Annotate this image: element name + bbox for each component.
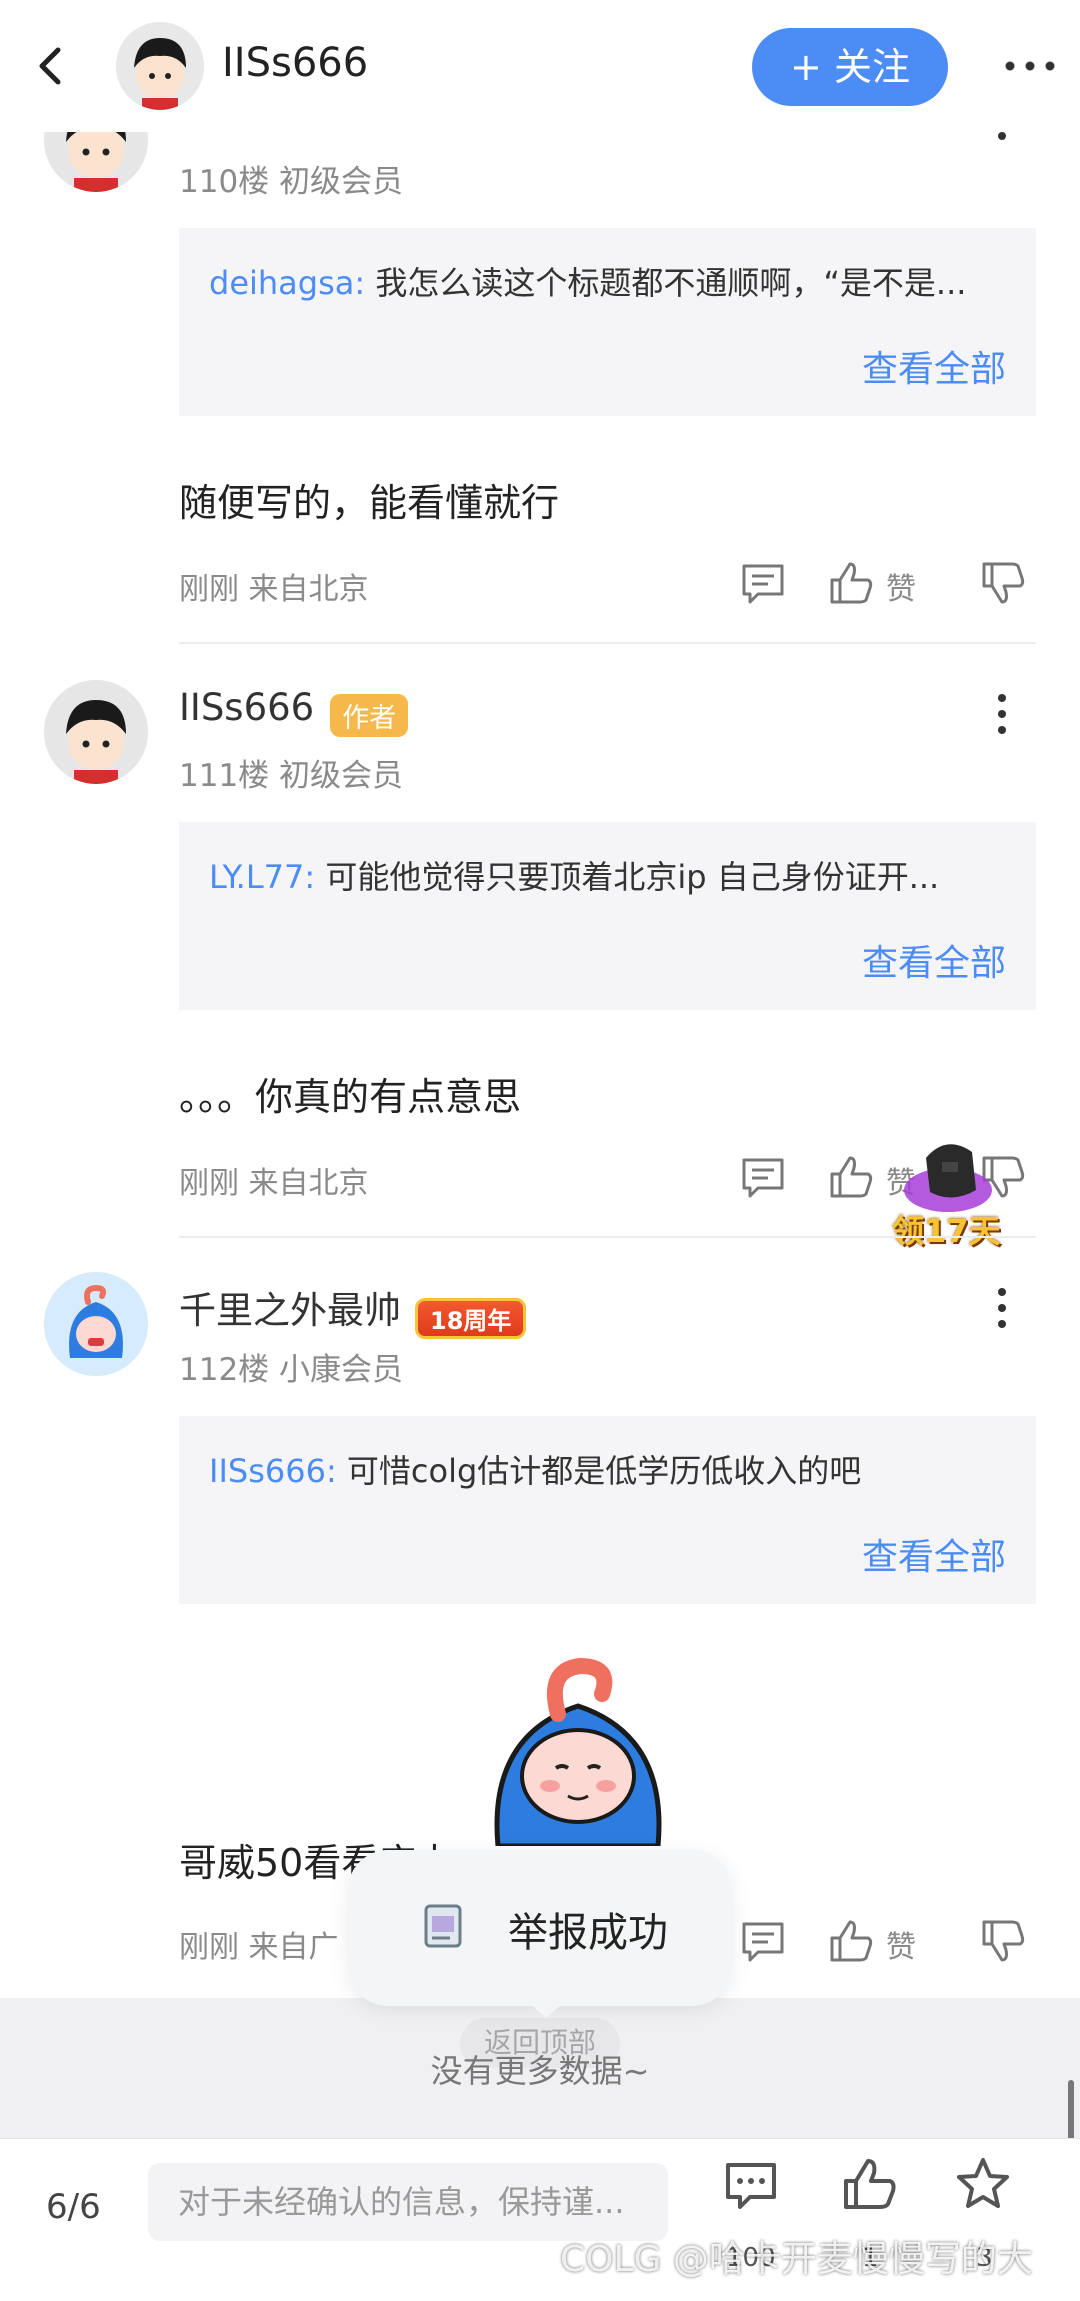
user-avatar[interactable]	[44, 1272, 148, 1376]
thumbs-up-icon[interactable]	[826, 1916, 876, 1966]
quote-text: 可惜colg估计都是低学历低收入的吧	[346, 1452, 862, 1490]
no-more-footer: 返回顶部 没有更多数据~	[0, 1998, 1080, 2138]
watermark: COLG @哈卡开麦慢慢写的大	[560, 2239, 1033, 2280]
divider	[179, 1236, 1036, 1238]
scrollbar[interactable]	[1068, 2080, 1074, 2140]
thumbs-up-icon[interactable]	[826, 558, 876, 608]
quoted-reply[interactable]: LY.L77: 可能他觉得只要顶着北京ip 自己身份证开... 查看全部	[179, 822, 1036, 1010]
quote-username[interactable]: LY.L77:	[209, 858, 315, 896]
post-meta: 刚刚 来自广	[179, 1930, 339, 1965]
page-indicator[interactable]: 6/6	[46, 2187, 101, 2227]
thumbs-up-icon[interactable]	[840, 2155, 898, 2213]
post-content: 。。。你真的有点意思	[179, 1075, 522, 1119]
star-icon[interactable]	[954, 2155, 1012, 2213]
page-title: IISs666	[222, 40, 369, 86]
floor-meta: 110楼 初级会员	[179, 164, 404, 200]
kebab-icon[interactable]	[982, 686, 1022, 746]
username-row: 千里之外最帅 18周年	[179, 1280, 527, 1339]
like-label[interactable]: 赞	[886, 1922, 916, 1966]
report-success-toast: 举报成功	[348, 1850, 732, 2006]
quoted-reply[interactable]: deihagsa: 我怎么读这个标题都不通顺啊，“是不是... 查看全部	[179, 228, 1036, 416]
post-meta: 刚刚 来自北京	[179, 1166, 369, 1201]
quote-text: 我怎么读这个标题都不通顺啊，“是不是...	[375, 264, 967, 302]
like-label[interactable]: 赞	[886, 564, 916, 608]
quote-username[interactable]: deihagsa:	[209, 264, 365, 302]
view-all-link[interactable]: 查看全部	[862, 934, 1006, 986]
promo-widget[interactable]: 领17天	[886, 1128, 1016, 1258]
sticker-image	[488, 1656, 668, 1849]
user-avatar[interactable]	[44, 680, 148, 784]
follow-button[interactable]: + 关注	[752, 28, 948, 106]
thumbs-down-icon[interactable]	[978, 558, 1028, 608]
reply-icon[interactable]	[738, 1916, 788, 1966]
toast-text: 举报成功	[508, 1910, 668, 1956]
thumbs-up-icon[interactable]	[826, 1152, 876, 1202]
reply-icon[interactable]	[738, 558, 788, 608]
quoted-reply[interactable]: IISs666: 可惜colg估计都是低学历低收入的吧 查看全部	[179, 1416, 1036, 1604]
post-meta: 刚刚 来自北京	[179, 572, 369, 607]
no-more-text: 没有更多数据~	[430, 2052, 650, 2090]
quote-text: 可能他觉得只要顶着北京ip 自己身份证开...	[325, 858, 940, 896]
view-all-link[interactable]: 查看全部	[862, 1528, 1006, 1580]
username[interactable]: 千里之外最帅	[179, 1289, 401, 1332]
author-avatar[interactable]	[116, 22, 204, 110]
kebab-icon[interactable]	[982, 1280, 1022, 1340]
username[interactable]: IISs666	[179, 686, 314, 729]
divider	[179, 642, 1036, 644]
comment-icon[interactable]	[722, 2157, 780, 2215]
report-icon	[424, 1904, 462, 1948]
thumbs-down-icon[interactable]	[978, 1916, 1028, 1966]
username-row: IISs666 作者	[179, 686, 409, 737]
post-content: 随便写的，能看懂就行	[179, 481, 560, 525]
back-icon[interactable]	[28, 40, 76, 92]
floor-meta: 112楼 小康会员	[179, 1352, 404, 1388]
top-nav-bar: IISs666 + 关注	[0, 0, 1080, 132]
toast-pointer	[530, 2004, 562, 2018]
view-all-link[interactable]: 查看全部	[862, 340, 1006, 392]
floor-meta: 111楼 初级会员	[179, 758, 404, 794]
author-badge: 作者	[330, 694, 409, 737]
promo-label: 领17天	[892, 1212, 1001, 1250]
quote-username[interactable]: IISs666:	[209, 1452, 337, 1490]
reply-icon[interactable]	[738, 1152, 788, 1202]
anniversary-badge: 18周年	[415, 1298, 527, 1339]
more-icon[interactable]	[1000, 40, 1060, 92]
